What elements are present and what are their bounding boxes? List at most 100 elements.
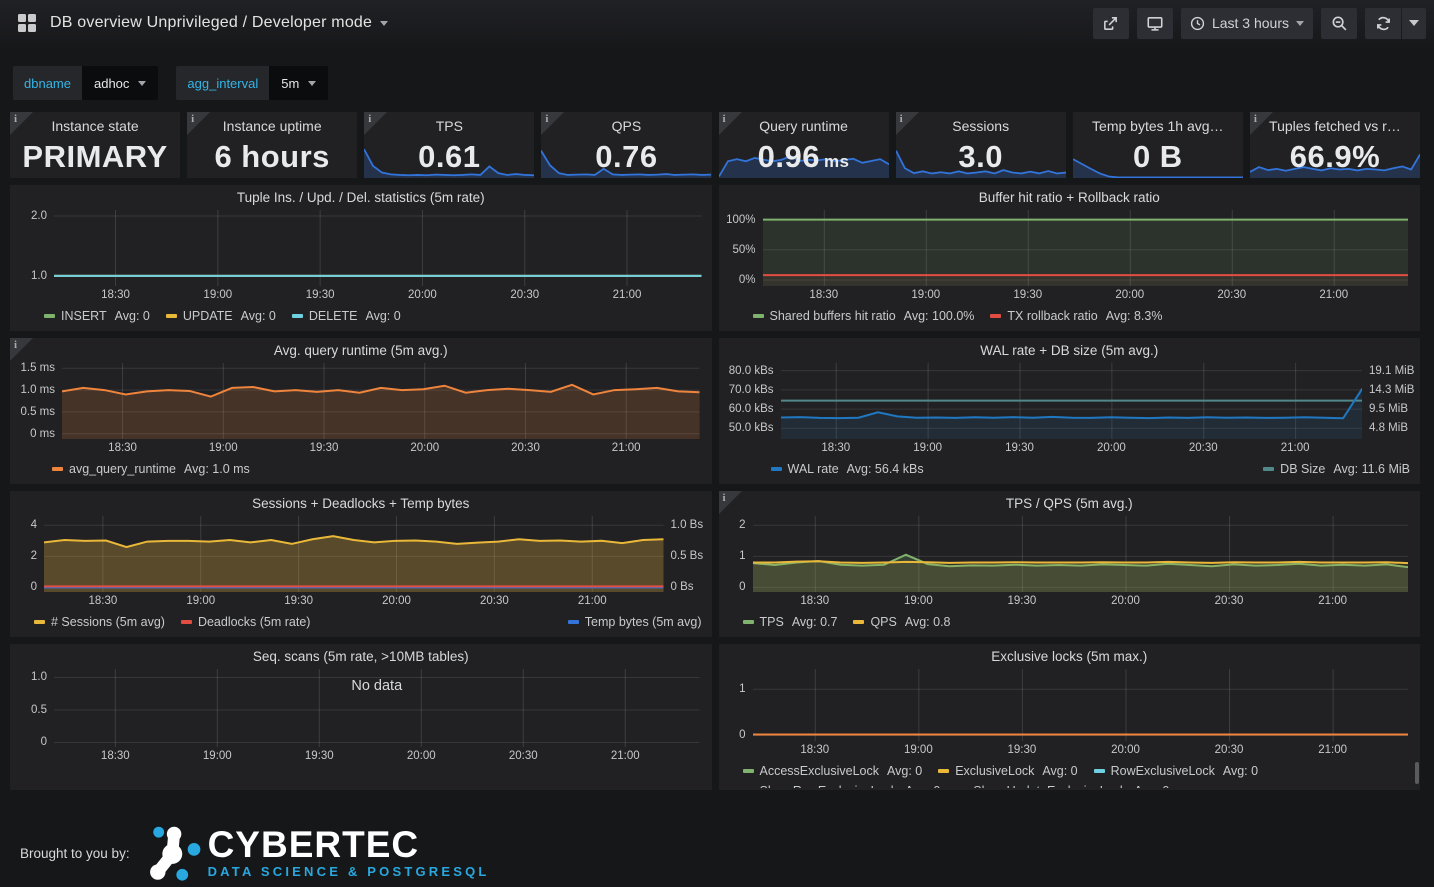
legend-series-name: AccessExclusiveLock (760, 761, 880, 781)
nav-actions: Last 3 hours (1093, 8, 1426, 39)
panel-info-icon[interactable]: i (10, 112, 33, 135)
stat-panel-title[interactable]: Temp bytes 1h avg… (1073, 118, 1243, 134)
stat-panel-title[interactable]: Sessions (896, 118, 1066, 134)
x-tick-label: 21:00 (1319, 289, 1348, 301)
chart-plot-area[interactable] (62, 363, 700, 439)
tv-mode-button[interactable] (1137, 8, 1173, 39)
legend-item-wal-rate[interactable]: WAL rateAvg: 56.4 kBs (771, 459, 924, 479)
legend-swatch (743, 620, 754, 624)
chart-plot-area[interactable] (753, 669, 1409, 741)
refresh-interval-button[interactable] (1402, 8, 1426, 39)
chart-panel-title[interactable]: Avg. query runtime (5m avg.) (10, 338, 712, 363)
legend-item-insert[interactable]: INSERTAvg: 0 (44, 306, 150, 326)
panel-info-icon[interactable]: i (719, 491, 742, 514)
chart-plot-area[interactable] (54, 210, 702, 286)
chart-panel-title[interactable]: Seq. scans (5m rate, >10MB tables) (10, 644, 712, 669)
share-button[interactable] (1093, 8, 1129, 39)
panel-info-icon[interactable]: i (896, 112, 919, 135)
legend-scrollbar[interactable] (1415, 762, 1419, 784)
legend-item-sharerowexclusivelock[interactable]: ShareRowExclusiveLockAvg: 0 (743, 781, 941, 788)
panel-info-icon[interactable]: i (10, 338, 33, 361)
legend-avg-value: Avg: 11.6 MiB (1333, 459, 1410, 479)
dashboards-grid-icon[interactable] (12, 8, 42, 38)
variable-value-dropdown[interactable]: 5m (269, 66, 328, 100)
chart-panel-exclusive-locks-5m-max: Exclusive locks (5m max.)1018:3019:0019:… (719, 644, 1421, 790)
x-tick-label: 20:00 (410, 442, 439, 454)
footer-text: Brought to you by: (20, 846, 130, 861)
cybertec-logo[interactable]: CYBERTEC DATA SCIENCE & POSTGRESQL (146, 824, 490, 882)
refresh-button[interactable] (1365, 8, 1401, 39)
y-axis-right (1408, 669, 1420, 741)
stat-panel-title[interactable]: Instance uptime (187, 118, 357, 134)
legend-item-temp-bytes-5m-avg[interactable]: Temp bytes (5m avg) (568, 612, 702, 632)
legend-item-accessexclusivelock[interactable]: AccessExclusiveLockAvg: 0 (743, 761, 923, 781)
legend-swatch (52, 467, 63, 471)
chart-panel-tuple-ins-upd-del-statistics-5m-rate: Tuple Ins. / Upd. / Del. statistics (5m … (10, 185, 712, 331)
legend-item-avg-query-runtime[interactable]: avg_query_runtimeAvg: 1.0 ms (52, 459, 250, 479)
legend-item-rowexclusivelock[interactable]: RowExclusiveLockAvg: 0 (1094, 761, 1258, 781)
x-tick-label: 19:00 (203, 750, 232, 762)
legend-item-tps[interactable]: TPSAvg: 0.7 (743, 612, 838, 632)
panel-info-icon[interactable]: i (187, 112, 210, 135)
stat-panel-title[interactable]: TPS (364, 118, 534, 134)
legend-series-name: RowExclusiveLock (1111, 761, 1215, 781)
legend-series-name: WAL rate (788, 459, 839, 479)
chart-plot-area[interactable] (753, 516, 1409, 592)
y-tick-label: 80.0 kBs (729, 365, 774, 377)
legend-item-deadlocks-5m-rate[interactable]: Deadlocks (5m rate) (181, 612, 311, 632)
chart-panel-title[interactable]: Tuple Ins. / Upd. / Del. statistics (5m … (10, 185, 712, 210)
stat-panel-title[interactable]: Query runtime (719, 118, 889, 134)
x-tick-label: 18:30 (88, 595, 117, 607)
legend-item-tx-rollback-ratio[interactable]: TX rollback ratioAvg: 8.3% (990, 306, 1162, 326)
stat-panel-title[interactable]: QPS (541, 118, 711, 134)
panel-info-icon[interactable]: i (1250, 112, 1273, 135)
chart-plot-area[interactable]: No data (54, 669, 700, 747)
legend-item-shareupdateexclusivelock[interactable]: ShareUpdateExclusiveLockAvg: 0 (956, 781, 1169, 788)
share-icon (1102, 15, 1119, 32)
stat-value-text: 0.76 (595, 139, 657, 175)
x-tick-label: 18:30 (821, 442, 850, 454)
y-axis-right (700, 669, 712, 747)
panel-info-icon[interactable]: i (364, 112, 387, 135)
legend-series-name: DELETE (309, 306, 358, 326)
chart-panel-title[interactable]: Exclusive locks (5m max.) (719, 644, 1421, 669)
legend-swatch (990, 314, 1001, 318)
y-tick-label: 2 (739, 519, 745, 531)
variable-value-dropdown[interactable]: adhoc (82, 66, 158, 100)
x-axis: 18:3019:0019:3020:0020:3021:00 (54, 747, 700, 764)
legend-item-shared-buffers-hit-ratio[interactable]: Shared buffers hit ratioAvg: 100.0% (753, 306, 975, 326)
refresh-button-group (1365, 8, 1426, 39)
chart-panel-title[interactable]: TPS / QPS (5m avg.) (719, 491, 1421, 516)
panel-info-icon[interactable]: i (541, 112, 564, 135)
chart-legend: avg_query_runtimeAvg: 1.0 ms (10, 456, 712, 482)
legend-item-delete[interactable]: DELETEAvg: 0 (292, 306, 401, 326)
y-axis-left: 2.01.0 (10, 210, 54, 286)
time-range-button[interactable]: Last 3 hours (1181, 8, 1313, 39)
y-axis-right (1408, 210, 1420, 286)
chart-panel-title[interactable]: WAL rate + DB size (5m avg.) (719, 338, 1421, 363)
chart-panel-title[interactable]: Buffer hit ratio + Rollback ratio (719, 185, 1421, 210)
legend-item-sessions-5m-avg[interactable]: # Sessions (5m avg) (34, 612, 165, 632)
dashboard-title[interactable]: DB overview Unprivileged / Developer mod… (50, 14, 388, 32)
chart-plot-area[interactable] (781, 363, 1363, 439)
stat-value-text: 66.9% (1290, 139, 1380, 175)
chart-legend: INSERTAvg: 0 UPDATEAvg: 0 DELETEAvg: 0 (10, 303, 712, 329)
legend-item-qps[interactable]: QPSAvg: 0.8 (853, 612, 950, 632)
legend-item-db-size[interactable]: DB SizeAvg: 11.6 MiB (1263, 459, 1410, 479)
panel-info-icon[interactable]: i (719, 112, 742, 135)
chart-plot-area[interactable] (44, 516, 664, 592)
chart-panel-title[interactable]: Sessions + Deadlocks + Temp bytes (10, 491, 712, 516)
chart-plot-area[interactable] (763, 210, 1409, 286)
stat-panel-title[interactable]: Tuples fetched vs r… (1250, 118, 1420, 134)
y-axis-left: 210 (719, 516, 753, 592)
cybertec-molecule-icon (146, 824, 204, 882)
legend-item-exclusivelock[interactable]: ExclusiveLockAvg: 0 (938, 761, 1077, 781)
stat-panel-query-runtime: iQuery runtime0.96ms (719, 112, 889, 178)
legend-swatch (753, 314, 764, 318)
legend-item-update[interactable]: UPDATEAvg: 0 (166, 306, 276, 326)
zoom-out-button[interactable] (1321, 8, 1357, 39)
y-tick-label-right: 0.5 Bs (671, 550, 704, 562)
stat-panel-title[interactable]: Instance state (10, 118, 180, 134)
x-tick-label: 19:00 (186, 595, 215, 607)
chart-legend: # Sessions (5m avg) Deadlocks (5m rate) Te… (10, 609, 712, 635)
